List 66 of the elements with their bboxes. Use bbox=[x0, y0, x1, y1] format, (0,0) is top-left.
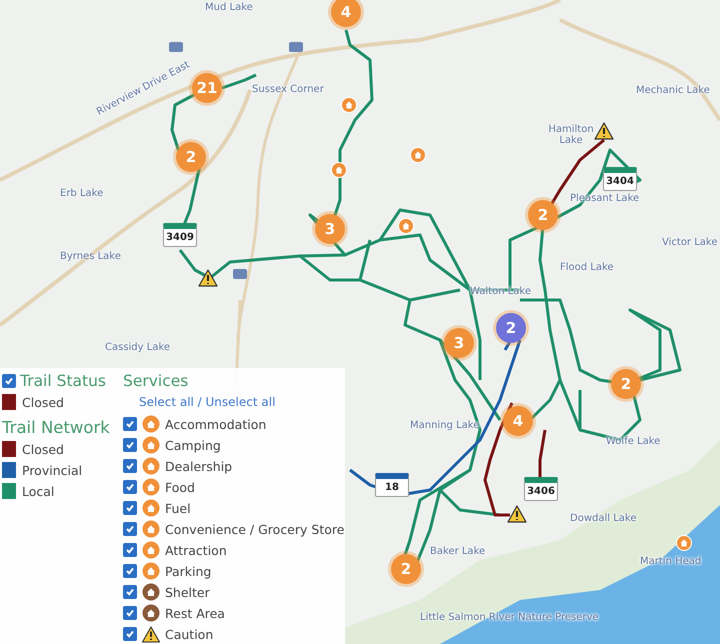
legend-label: Parking bbox=[165, 564, 212, 578]
legend-label: Shelter bbox=[165, 584, 210, 600]
checkmark-icon bbox=[125, 566, 135, 576]
checkmark-icon bbox=[125, 461, 135, 471]
map-label: Byrnes Lake bbox=[60, 251, 121, 262]
checkmark-icon bbox=[125, 440, 135, 450]
select-all-link[interactable]: Select all / Unselect all bbox=[139, 395, 344, 409]
map-label: Flood Lake bbox=[560, 262, 614, 273]
caution-icon[interactable] bbox=[594, 122, 614, 140]
checkbox[interactable] bbox=[123, 480, 137, 494]
checkbox[interactable] bbox=[2, 374, 16, 388]
checkmark-icon bbox=[4, 376, 14, 386]
checkbox[interactable] bbox=[123, 627, 137, 641]
map-label: Erb Lake bbox=[60, 188, 104, 199]
map-label: Cassidy Lake bbox=[105, 342, 170, 353]
legend-heading: Trail Network bbox=[2, 418, 111, 437]
map-label: Victor Lake bbox=[662, 237, 718, 248]
route-shield: 18 bbox=[375, 473, 409, 497]
checkbox[interactable] bbox=[123, 438, 137, 452]
legend-label: Fuel bbox=[165, 500, 191, 516]
map-label: Dowdall Lake bbox=[570, 513, 636, 524]
caution-icon[interactable] bbox=[507, 505, 527, 523]
legend-label: Attraction bbox=[165, 542, 227, 558]
legend-label: Local bbox=[22, 484, 54, 498]
legend-label: Convenience / Grocery Store bbox=[165, 522, 344, 536]
route-shield: 3409 bbox=[163, 223, 197, 247]
checkbox[interactable] bbox=[123, 564, 137, 578]
highway-marker-icon bbox=[233, 269, 247, 279]
checkmark-icon bbox=[125, 608, 135, 618]
map-label: Hamilton Lake bbox=[547, 124, 595, 146]
highway-marker-icon bbox=[289, 42, 303, 52]
map-label: Little Salmon River Nature Preserve bbox=[420, 612, 599, 623]
legend-label: Caution bbox=[165, 626, 214, 642]
highway-marker-icon bbox=[169, 42, 183, 52]
checkbox[interactable] bbox=[123, 459, 137, 473]
checkmark-icon bbox=[125, 545, 135, 555]
map-label: Sussex Corner bbox=[252, 84, 324, 95]
legend-label: Camping bbox=[165, 438, 221, 452]
map-label: Mud Lake bbox=[205, 2, 253, 13]
map-label: Baker Lake bbox=[430, 546, 486, 557]
map-label: Wolfe Lake bbox=[606, 436, 660, 447]
legend-heading: Services bbox=[123, 372, 190, 390]
legend-label: Provincial bbox=[22, 462, 82, 478]
checkbox[interactable] bbox=[123, 606, 137, 620]
legend-label: Rest Area bbox=[165, 606, 225, 620]
checkmark-icon bbox=[125, 524, 135, 534]
legend-heading: Trail Status bbox=[20, 372, 106, 390]
checkbox[interactable] bbox=[123, 417, 137, 431]
checkmark-icon bbox=[125, 419, 135, 429]
caution-icon[interactable] bbox=[198, 269, 218, 287]
checkbox[interactable] bbox=[123, 501, 137, 515]
route-shield: 3406 bbox=[524, 477, 558, 501]
checkmark-icon bbox=[125, 587, 135, 597]
legend-label: Closed bbox=[22, 442, 64, 456]
legend-label: Dealership bbox=[165, 458, 232, 474]
checkbox[interactable] bbox=[123, 585, 137, 599]
checkbox[interactable] bbox=[123, 543, 137, 557]
legend-label: Food bbox=[165, 480, 195, 494]
checkbox[interactable] bbox=[123, 522, 137, 536]
checkmark-icon bbox=[125, 482, 135, 492]
checkmark-icon bbox=[125, 629, 135, 639]
map-label: Mechanic Lake bbox=[636, 85, 710, 96]
legend-label: Closed bbox=[22, 394, 64, 410]
legend-label: Accommodation bbox=[165, 416, 266, 432]
checkmark-icon bbox=[125, 503, 135, 513]
route-shield: 3404 bbox=[603, 167, 637, 191]
